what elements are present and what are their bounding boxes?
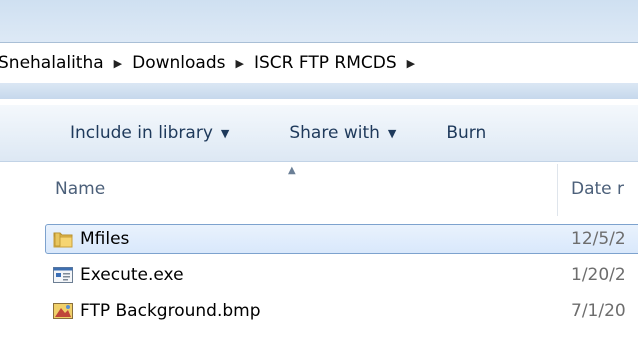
chevron-down-icon: ▼: [387, 126, 397, 140]
address-bar[interactable]: Snehalalitha ▶ Downloads ▶ ISCR FTP RMCD…: [0, 42, 638, 84]
column-divider[interactable]: [557, 164, 558, 216]
file-row-execute[interactable]: Execute.exe 1/20/2: [0, 258, 638, 294]
window-title-bar: [0, 0, 638, 42]
include-in-library-button[interactable]: Include in library ▼: [70, 123, 229, 143]
chevron-down-icon: ▼: [220, 126, 230, 140]
bmp-icon: [53, 303, 73, 319]
command-toolbar: Include in library ▼ Share with ▼ Burn: [0, 105, 638, 162]
breadcrumb-item-current-folder[interactable]: ISCR FTP RMCDS: [248, 53, 403, 73]
breadcrumb-chevron-icon[interactable]: ▶: [232, 57, 248, 70]
selection-highlight: [45, 224, 638, 254]
file-date: 7/1/20: [571, 301, 626, 321]
menu-strip: [0, 83, 638, 99]
file-name: Mfiles: [80, 229, 130, 249]
file-row-mfiles[interactable]: Mfiles 12/5/2: [0, 222, 638, 258]
burn-button[interactable]: Burn: [446, 123, 486, 143]
file-list: Mfiles 12/5/2 Execute.exe 1/20/2 FTP Bac…: [0, 222, 638, 330]
share-with-label: Share with: [289, 123, 380, 143]
burn-label: Burn: [446, 123, 487, 143]
breadcrumb-item-downloads[interactable]: Downloads: [126, 53, 231, 73]
breadcrumb-item-user[interactable]: Snehalalitha: [0, 53, 110, 73]
file-row-ftp-background[interactable]: FTP Background.bmp 7/1/20: [0, 294, 638, 330]
include-in-library-label: Include in library: [70, 123, 213, 143]
file-date: 1/20/2: [571, 265, 626, 285]
exe-icon: [53, 267, 73, 283]
column-header-date[interactable]: Date r: [571, 179, 624, 199]
file-name: Execute.exe: [80, 265, 184, 285]
file-date: 12/5/2: [571, 229, 626, 249]
breadcrumb-chevron-icon[interactable]: ▶: [110, 57, 126, 70]
breadcrumb: Snehalalitha ▶ Downloads ▶ ISCR FTP RMCD…: [0, 53, 419, 73]
column-header-row: ▲ Name Date r: [0, 162, 638, 218]
file-name: FTP Background.bmp: [80, 301, 261, 321]
share-with-button[interactable]: Share with ▼: [289, 123, 396, 143]
breadcrumb-chevron-icon[interactable]: ▶: [403, 57, 419, 70]
folder-icon: [53, 232, 73, 248]
column-header-name[interactable]: Name: [55, 179, 105, 199]
sort-ascending-icon: ▲: [288, 165, 296, 176]
